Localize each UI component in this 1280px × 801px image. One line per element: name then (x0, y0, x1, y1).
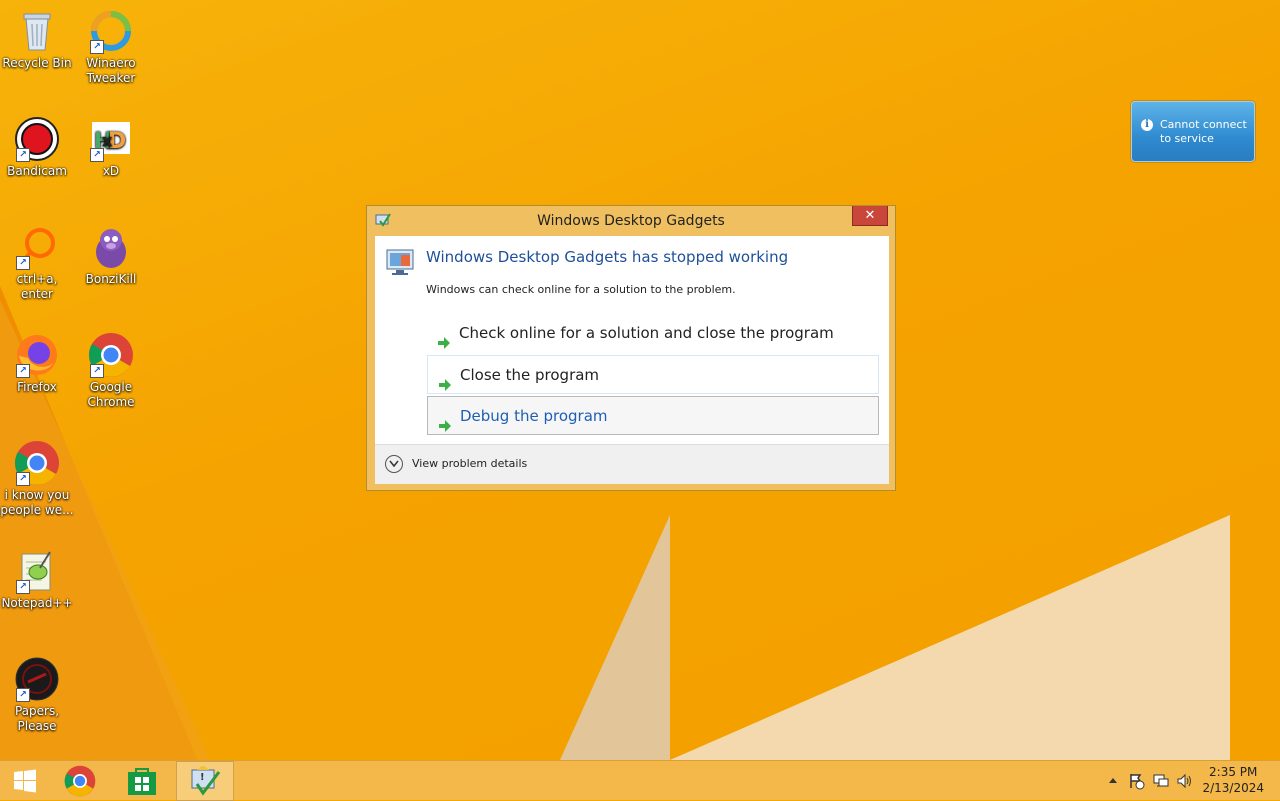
chrome-icon (64, 765, 96, 797)
taskbar-chrome-button[interactable] (56, 761, 104, 801)
xd-icon: H D x ↗ (88, 116, 134, 162)
desktop-icon-label: Google Chrome (87, 380, 135, 409)
dialog-footer: View problem details (375, 444, 889, 484)
gadget-message: Cannot connect to service (1160, 118, 1247, 145)
problem-report-icon: ! (191, 766, 221, 796)
option-label: Close the program (460, 366, 600, 384)
option-close-program[interactable]: Close the program (427, 355, 879, 394)
taskbar-error-reporting-button[interactable]: ! (176, 761, 234, 801)
svg-text:!: ! (200, 772, 205, 783)
start-button[interactable] (0, 761, 48, 801)
dialog-titlebar[interactable]: Windows Desktop Gadgets ✕ (367, 206, 895, 236)
desktop-icon-google-chrome[interactable]: ↗ Google Chrome (74, 332, 148, 410)
action-center-icon[interactable] (1128, 772, 1146, 790)
desktop-icon-label: Papers, Please (14, 704, 60, 733)
desktop-icon-firefox[interactable]: ↗ Firefox (0, 332, 74, 395)
gadget-notification[interactable]: i Cannot connect to service (1131, 101, 1255, 162)
desktop-icon-bandicam[interactable]: ↗ Bandicam (0, 116, 74, 179)
volume-icon[interactable] (1176, 772, 1194, 790)
shortcut-arrow-icon: ↗ (16, 580, 30, 594)
desktop-icon-chrome-shortcut[interactable]: ↗ i know you people we... (0, 440, 74, 518)
desktop-icon-ctrl-a-enter[interactable]: ↗ ctrl+a, enter (0, 224, 74, 302)
desktop-icon-notepadpp[interactable]: ↗ Notepad++ (0, 548, 74, 611)
bandicam-icon: ↗ (14, 116, 60, 162)
taskbar: ! 2:35 PM 2/13/2024 (0, 760, 1280, 801)
shortcut-arrow-icon: ↗ (16, 256, 30, 270)
info-icon: i (1141, 119, 1153, 131)
view-problem-details-link[interactable]: View problem details (412, 457, 527, 470)
green-arrow-icon (437, 326, 451, 349)
desktop-icon-label: Bandicam (7, 164, 67, 178)
option-check-online[interactable]: Check online for a solution and close th… (427, 314, 879, 353)
desktop-icon-xd[interactable]: H D x ↗ xD (74, 116, 148, 179)
wallpaper-shape (560, 515, 670, 760)
shortcut-arrow-icon: ↗ (90, 40, 104, 54)
dialog-body: Windows Desktop Gadgets has stopped work… (375, 236, 889, 484)
dialog-heading: Windows Desktop Gadgets has stopped work… (426, 248, 789, 266)
firefox-icon: ↗ (14, 332, 60, 378)
desktop-icon-recycle-bin[interactable]: Recycle Bin (0, 8, 74, 71)
chrome-icon: ↗ (88, 332, 134, 378)
taskbar-store-button[interactable] (118, 761, 166, 801)
desktop-icon-papers-please[interactable]: ↗ Papers, Please (0, 656, 74, 734)
close-icon: ✕ (864, 208, 876, 223)
option-debug-program[interactable]: Debug the program (427, 396, 879, 435)
network-icon[interactable] (1152, 772, 1170, 790)
shortcut-arrow-icon: ↗ (16, 472, 30, 486)
shortcut-arrow-icon: ↗ (16, 148, 30, 162)
green-arrow-icon (438, 409, 452, 432)
desktop-icon-label: ctrl+a, enter (16, 272, 58, 301)
close-button[interactable]: ✕ (852, 206, 888, 226)
shortcut-arrow-icon: ↗ (16, 688, 30, 702)
wallpaper-shape (670, 515, 1230, 760)
desktop-icon-label: Notepad++ (1, 596, 73, 610)
clock-time: 2:35 PM (1209, 765, 1258, 779)
desktop-icon-label: i know you people we... (0, 488, 74, 517)
shortcut-arrow-icon: ↗ (90, 148, 104, 162)
desktop-icon-label: BonziKill (85, 272, 137, 286)
chevron-down-icon[interactable] (385, 455, 403, 473)
desktop-icon-label: Winaero Tweaker (86, 56, 136, 85)
desktop: Recycle Bin ↗ Winaero Tweaker ↗ Bandicam (0, 0, 1280, 760)
dialog-title: Windows Desktop Gadgets (537, 213, 725, 229)
dialog-subtext: Windows can check online for a solution … (426, 283, 736, 296)
recycle-bin-icon (14, 8, 60, 54)
desktop-icon-bonzikill[interactable]: BonziKill (74, 224, 148, 287)
store-icon (128, 768, 156, 795)
desktop-icon-label: xD (102, 164, 120, 178)
ctrl-a-enter-icon: ↗ (14, 224, 60, 270)
desktop-icon-label: Recycle Bin (2, 56, 72, 70)
system-tray: 2:35 PM 2/13/2024 (1100, 761, 1280, 801)
desktop-icon-label: Firefox (17, 380, 57, 394)
winaero-tweaker-icon: ↗ (88, 8, 134, 54)
chevron-up-icon (1109, 778, 1117, 783)
clock-date: 2/13/2024 (1202, 781, 1264, 795)
option-label: Check online for a solution and close th… (459, 324, 834, 342)
clock[interactable]: 2:35 PM 2/13/2024 (1202, 764, 1264, 796)
chrome-icon: ↗ (14, 440, 60, 486)
papers-please-icon: ↗ (14, 656, 60, 702)
windows-logo-icon (14, 769, 36, 793)
program-error-icon (385, 246, 417, 278)
show-hidden-icons-button[interactable] (1104, 772, 1122, 790)
green-arrow-icon (438, 368, 452, 391)
error-dialog: Windows Desktop Gadgets ✕ Windows Deskto… (366, 205, 896, 491)
desktop-icon-winaero-tweaker[interactable]: ↗ Winaero Tweaker (74, 8, 148, 86)
shortcut-arrow-icon: ↗ (90, 364, 104, 378)
notepadpp-icon: ↗ (14, 548, 60, 594)
bonzikill-icon (88, 224, 134, 270)
shortcut-arrow-icon: ↗ (16, 364, 30, 378)
option-label: Debug the program (460, 407, 608, 425)
